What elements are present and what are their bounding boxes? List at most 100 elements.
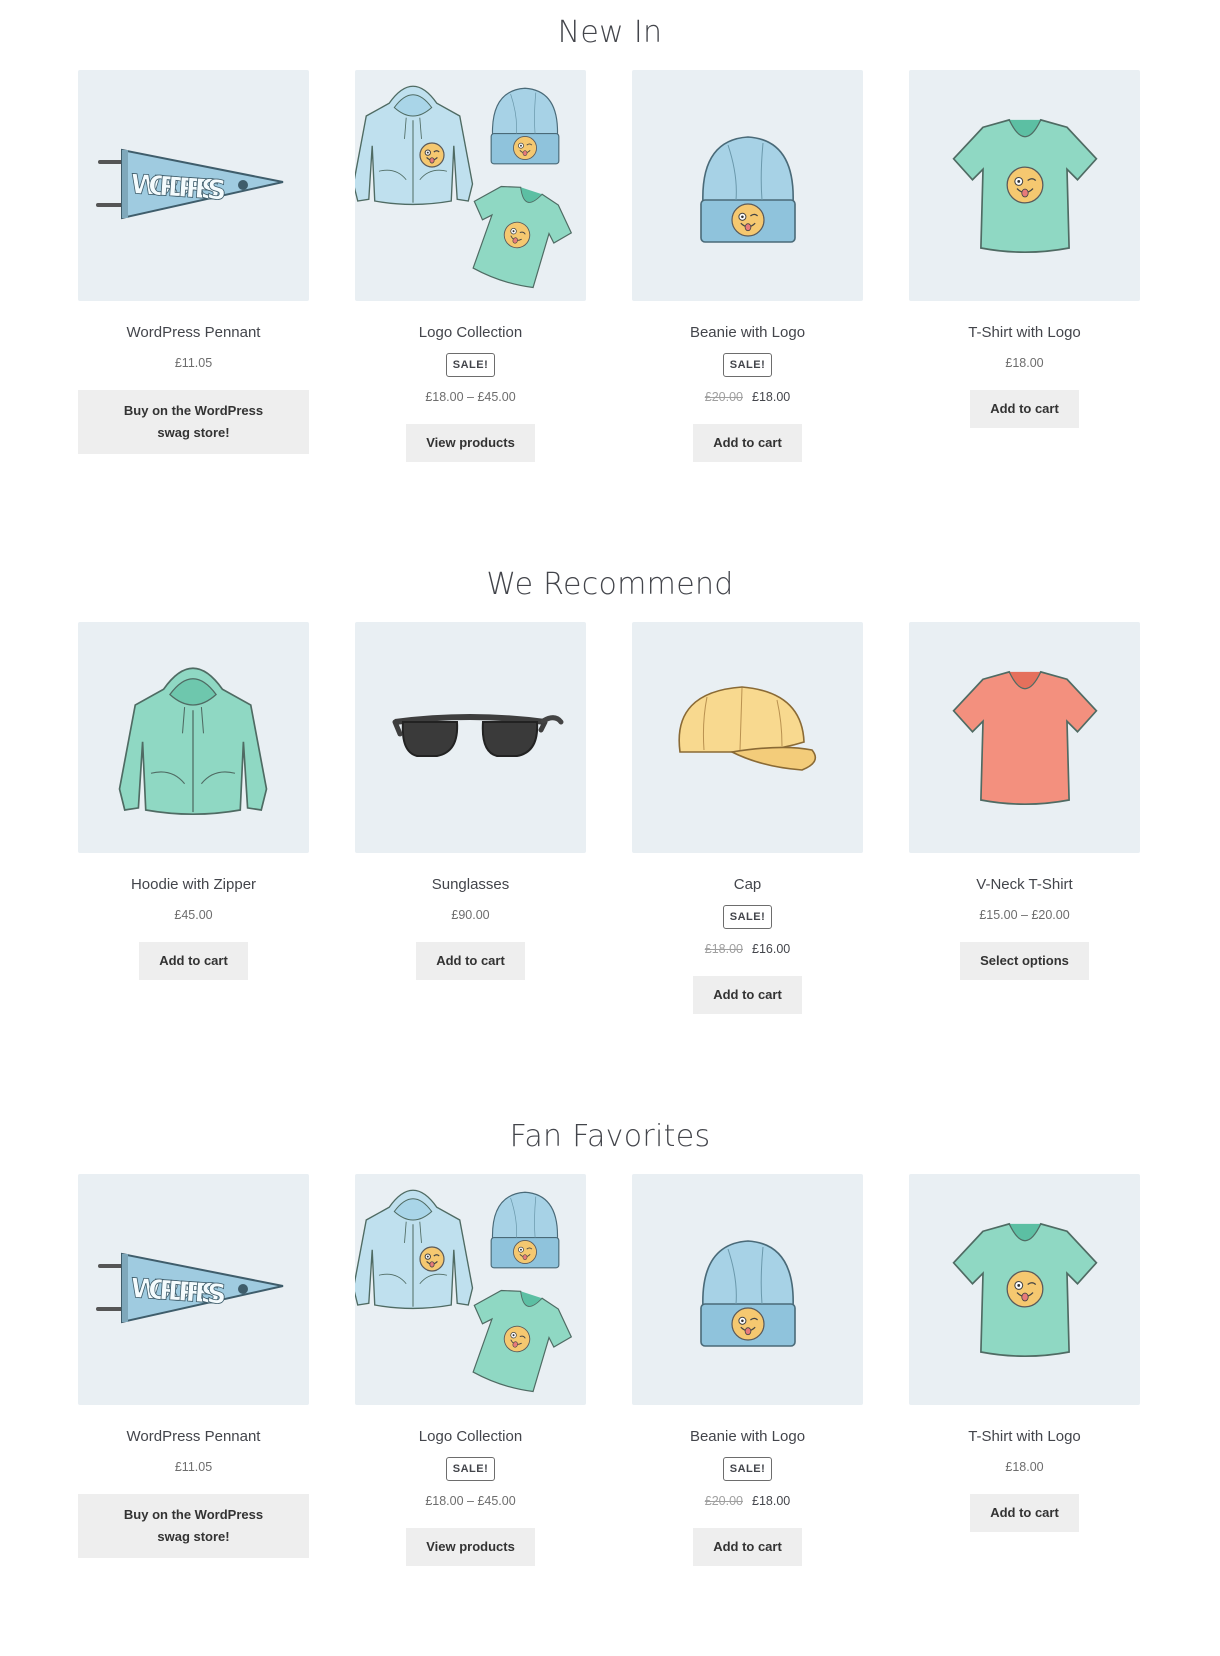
sale-badge: SALE! [722,1457,773,1481]
sale-price: £18.00 [752,390,791,404]
logo-collection-image [355,1189,573,1393]
sale-badge: SALE! [445,1457,496,1481]
product-price: £20.00 £18.00 [632,389,863,405]
product-card: Hoodie with Zipper £45.00 Add to cart [78,622,309,980]
product-price: £45.00 [78,907,309,923]
current-price: £90.00 [451,908,490,922]
pennant-image: WORDPRESS [96,148,284,220]
current-price: £18.00 – £45.00 [425,390,516,404]
product-price: £18.00 [909,1459,1140,1475]
beanie-image[interactable] [632,1174,863,1405]
tshirt-logo-image[interactable] [909,1174,1140,1405]
product-title-link[interactable]: T-Shirt with Logo [909,1427,1140,1447]
vneck-image [952,670,1098,806]
product-card: Logo Collection SALE! £18.00 – £45.00 View … [355,70,586,462]
product-price: £18.00 – £45.00 [355,389,586,405]
beanie-image [700,136,796,243]
product-section: We Recommend Hoodie with Zipper £45.00 Add… [0,570,1220,1090]
add-to-cart-button[interactable]: Add to cart [970,390,1079,428]
view-products-button[interactable]: View products [406,1528,535,1566]
product-card: Beanie with Logo SALE! £20.00 £18.00 Add to … [632,1174,863,1566]
logo-collection-image[interactable] [355,70,586,301]
product-price: £11.05 [78,355,309,371]
original-price: £20.00 [704,390,743,404]
current-price: £15.00 – £20.00 [979,908,1070,922]
current-price: £18.00 [1005,356,1044,370]
add-to-cart-button[interactable]: Add to cart [693,1528,802,1566]
product-section: New In WORDPRESS WordPress Pennant £11.05… [0,18,1220,538]
product-card: Beanie with Logo SALE! £20.00 £18.00 Add to … [632,70,863,462]
logo-collection-image[interactable] [355,1174,586,1405]
add-to-cart-button[interactable]: Add to cart [693,976,802,1014]
product-grid: WORDPRESS WordPress Pennant £11.05 Buy on … [78,1174,1142,1594]
product-price: £90.00 [355,907,586,923]
vneck-image[interactable] [909,622,1140,853]
product-card: T-Shirt with Logo £18.00 Add to cart [909,1174,1140,1532]
product-grid: Hoodie with Zipper £45.00 Add to cart Sung… [78,622,1142,1042]
original-price: £18.00 [704,942,743,956]
product-title-link[interactable]: Beanie with Logo [632,1427,863,1447]
product-title-link[interactable]: WordPress Pennant [78,323,309,343]
beanie-image [700,1240,796,1347]
product-card: Sunglasses £90.00 Add to cart [355,622,586,980]
sunglasses-image[interactable] [355,622,586,853]
section-title: New In [557,15,663,50]
current-price: £18.00 [1005,1460,1044,1474]
product-title-link[interactable]: V-Neck T-Shirt [909,875,1140,895]
product-price: £15.00 – £20.00 [909,907,1140,923]
external-buy-button[interactable]: Buy on the WordPress swag store! [78,390,309,454]
product-card: V-Neck T-Shirt £15.00 – £20.00 Select opti… [909,622,1140,980]
cap-image[interactable] [632,622,863,853]
pennant-image: WORDPRESS [96,1252,284,1324]
product-price: £18.00 £16.00 [632,941,863,957]
add-to-cart-button[interactable]: Add to cart [139,942,248,980]
sunglasses-image [392,714,564,757]
sale-price: £18.00 [752,1494,791,1508]
current-price: £11.05 [174,1460,213,1474]
product-title-link[interactable]: Hoodie with Zipper [78,875,309,895]
product-card: Cap SALE! £18.00 £16.00 Add to cart [632,622,863,1014]
add-to-cart-button[interactable]: Add to cart [970,1494,1079,1532]
product-page: New In WORDPRESS WordPress Pennant £11.05… [0,0,1220,1656]
pennant-image[interactable]: WORDPRESS [78,1174,309,1405]
sale-badge: SALE! [722,353,773,377]
product-title-link[interactable]: Cap [632,875,863,895]
product-price: £20.00 £18.00 [632,1493,863,1509]
product-price: £18.00 [909,355,1140,371]
select-options-button[interactable]: Select options [960,942,1089,980]
add-to-cart-button[interactable]: Add to cart [693,424,802,462]
current-price: £18.00 – £45.00 [425,1494,516,1508]
tshirt-logo-image [952,118,1098,254]
product-grid: WORDPRESS WordPress Pennant £11.05 Buy on … [78,70,1142,490]
product-card: WORDPRESS WordPress Pennant £11.05 Buy on … [78,1174,309,1558]
product-title-link[interactable]: Logo Collection [355,1427,586,1447]
product-card: Logo Collection SALE! £18.00 – £45.00 View … [355,1174,586,1566]
sale-price: £16.00 [752,942,791,956]
original-price: £20.00 [704,1494,743,1508]
product-title-link[interactable]: WordPress Pennant [78,1427,309,1447]
tshirt-logo-image[interactable] [909,70,1140,301]
sale-badge: SALE! [722,905,773,929]
product-title-link[interactable]: T-Shirt with Logo [909,323,1140,343]
product-title-link[interactable]: Logo Collection [355,323,586,343]
external-buy-button[interactable]: Buy on the WordPress swag store! [78,1494,309,1558]
product-title-link[interactable]: Sunglasses [355,875,586,895]
product-section: Fan Favorites WORDPRESS WordPress Pennan… [0,1122,1220,1642]
hoodie-zipper-image[interactable] [78,622,309,853]
pennant-image[interactable]: WORDPRESS [78,70,309,301]
product-title-link[interactable]: Beanie with Logo [632,323,863,343]
hoodie-zipper-image [118,667,268,816]
section-title: We Recommend [486,567,734,602]
add-to-cart-button[interactable]: Add to cart [416,942,525,980]
current-price: £11.05 [174,356,213,370]
product-card: WORDPRESS WordPress Pennant £11.05 Buy on … [78,70,309,454]
product-price: £11.05 [78,1459,309,1475]
sale-badge: SALE! [445,353,496,377]
cap-image [678,686,817,771]
beanie-image[interactable] [632,70,863,301]
section-title: Fan Favorites [509,1119,711,1154]
current-price: £45.00 [174,908,213,922]
tshirt-logo-image [952,1222,1098,1358]
product-price: £18.00 – £45.00 [355,1493,586,1509]
view-products-button[interactable]: View products [406,424,535,462]
